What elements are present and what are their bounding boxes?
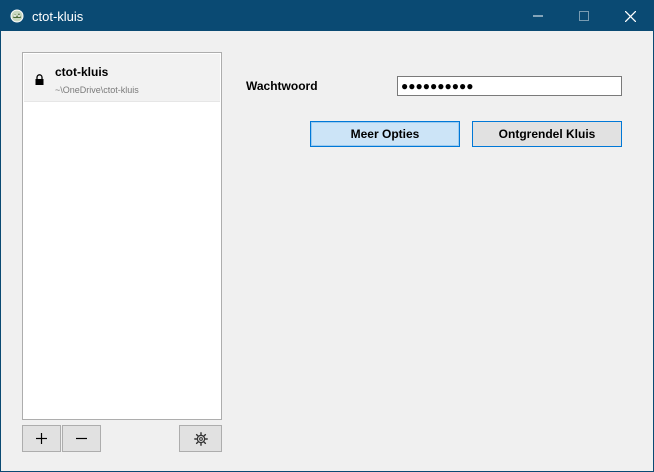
vault-list-item[interactable]: ctot-kluis ~\OneDrive\ctot-kluis [24, 54, 220, 102]
close-button[interactable] [607, 1, 653, 31]
password-label: Wachtwoord [246, 79, 318, 93]
close-icon [624, 10, 636, 22]
vault-path: ~\OneDrive\ctot-kluis [55, 85, 139, 95]
minimize-button[interactable] [515, 1, 561, 31]
password-input[interactable]: ●●●●●●●●●● [397, 76, 622, 96]
cryptomator-icon [10, 9, 24, 23]
maximize-icon [579, 11, 589, 21]
settings-button[interactable] [179, 425, 222, 452]
window-title: ctot-kluis [32, 9, 84, 24]
gear-icon [193, 431, 208, 446]
maximize-button[interactable] [561, 1, 607, 31]
app-window: ctot-kluis ctot-kluis ~\OneDrive\ctot-kl… [0, 0, 654, 472]
lock-icon [35, 74, 44, 85]
title-bar[interactable]: ctot-kluis [1, 1, 653, 31]
plus-icon [36, 433, 47, 444]
vault-name: ctot-kluis [55, 65, 109, 79]
vault-list[interactable]: ctot-kluis ~\OneDrive\ctot-kluis [22, 52, 222, 420]
remove-vault-button[interactable] [62, 425, 101, 452]
more-options-button[interactable]: Meer Opties [310, 121, 460, 147]
unlock-vault-button[interactable]: Ontgrendel Kluis [472, 121, 622, 147]
add-vault-button[interactable] [22, 425, 61, 452]
minus-icon [76, 437, 87, 440]
minimize-icon [533, 15, 543, 17]
